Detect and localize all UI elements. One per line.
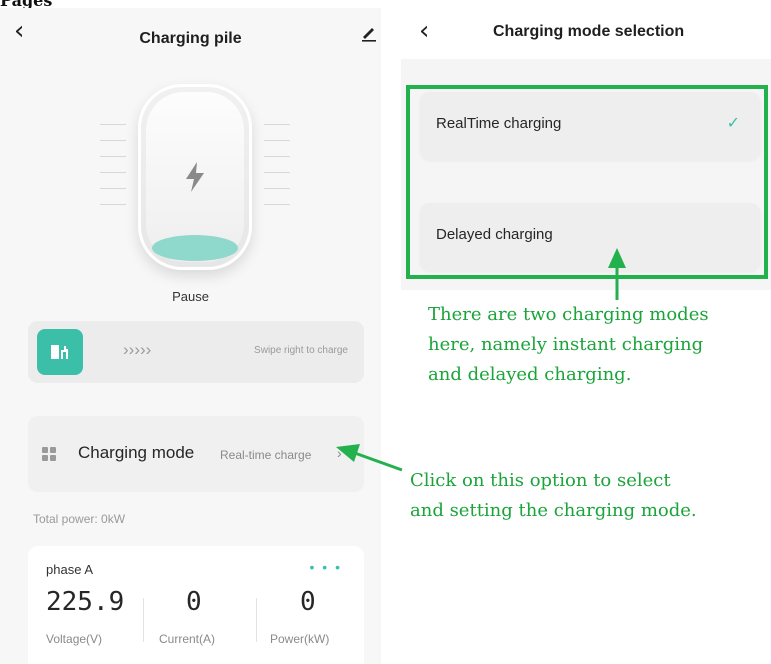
- annotation-line: and delayed charging.: [428, 364, 632, 385]
- annotation-line: There are two charging modes: [428, 304, 709, 325]
- annotation-line: here, namely instant charging: [428, 334, 704, 355]
- annotation-line: Click on this option to select: [410, 470, 671, 491]
- click-annotation: Click on this option to select and setti…: [410, 466, 770, 526]
- annotation-line: and setting the charging mode.: [410, 500, 697, 521]
- modes-annotation: There are two charging modes here, namel…: [428, 300, 771, 390]
